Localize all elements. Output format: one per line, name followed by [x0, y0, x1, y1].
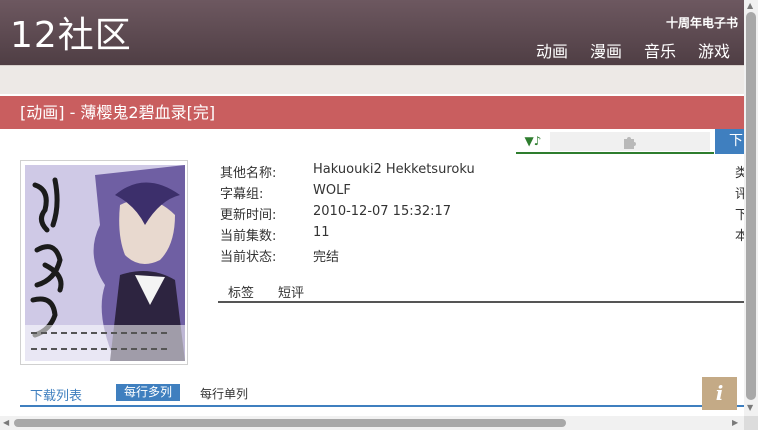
site-header: 12社区 十周年电子书 动画 漫画 音乐 游戏 [0, 0, 744, 65]
scroll-up-arrow-icon[interactable]: ▲ [747, 2, 753, 10]
tab-tags[interactable]: 标签 [228, 282, 254, 301]
nav-music[interactable]: 音乐 [644, 38, 676, 62]
puzzle-icon-svg [624, 136, 636, 149]
scroll-right-arrow-icon[interactable]: ▶ [732, 419, 738, 427]
page-title: [动画] - 薄樱鬼2碧血录[完] [20, 103, 216, 122]
info-icon[interactable]: i [702, 377, 737, 410]
info-value: 完结 [313, 250, 340, 265]
scrollbar-corner [744, 416, 758, 430]
cover-image [20, 160, 188, 365]
horizontal-scroll-thumb[interactable] [14, 419, 566, 427]
scroll-down-arrow-icon[interactable]: ▼ [747, 404, 753, 412]
header-slogan-link[interactable]: 十周年电子书 [666, 14, 738, 31]
toolbar-underline [516, 152, 714, 154]
detail-tabs: 标签 短评 [218, 280, 744, 303]
mode-multi-column[interactable]: 每行多列 [116, 384, 181, 401]
info-label: 更新时间: [220, 208, 277, 223]
nav-anime[interactable]: 动画 [536, 38, 568, 62]
main-nav: 动画 漫画 音乐 游戏 [536, 38, 730, 62]
info-value: 2010-12-07 15:32:17 [313, 204, 452, 219]
horizontal-scrollbar[interactable]: ◀ ▶ [0, 416, 744, 430]
site-logo[interactable]: 12社区 [10, 14, 132, 58]
info-label: 当前状态: [220, 250, 277, 265]
title-bar: [动画] - 薄樱鬼2碧血录[完] [0, 96, 744, 129]
info-value: 11 [313, 225, 330, 240]
nav-manga[interactable]: 漫画 [590, 38, 622, 62]
tab-short-reviews[interactable]: 短评 [278, 282, 304, 301]
vertical-scrollbar[interactable]: ▲ ▼ [744, 0, 758, 416]
music-note-icon[interactable]: ▼♪ [516, 130, 550, 152]
scroll-left-arrow-icon[interactable]: ◀ [3, 419, 9, 427]
download-list-tabs: 下载列表 每行多列 每行单列 [20, 382, 744, 407]
vertical-scroll-thumb[interactable] [746, 12, 756, 400]
cover-art [25, 165, 185, 361]
tab-download-list[interactable]: 下载列表 [30, 385, 82, 404]
info-value[interactable]: WOLF [313, 183, 351, 198]
nav-games[interactable]: 游戏 [698, 38, 730, 62]
sub-strip [0, 65, 744, 94]
info-label: 其他名称: [220, 166, 277, 181]
mode-single-column[interactable]: 每行单列 [200, 385, 248, 402]
cover-illustration [25, 165, 185, 361]
puzzle-icon[interactable] [550, 132, 710, 151]
info-label: 当前集数: [220, 229, 277, 244]
info-value: Hakuouki2 Hekketsuroku [313, 162, 475, 177]
info-label: 字幕组: [220, 187, 264, 202]
